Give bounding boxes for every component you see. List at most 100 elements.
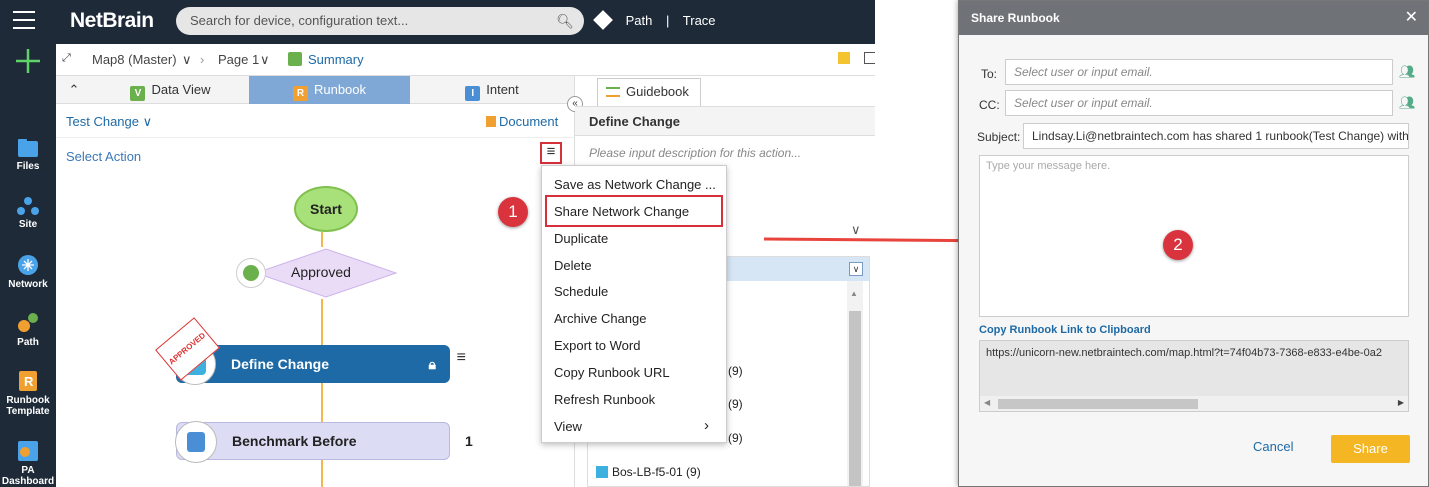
tab-data-view[interactable]: V Data View [92, 76, 249, 104]
flow-node-define-change[interactable]: APPROVED Define Change 🔒︎ ≡ [155, 317, 466, 385]
cc-placeholder: Select user or input email. [1014, 96, 1153, 110]
breadcrumb-page[interactable]: Page 1 [218, 52, 259, 67]
nav-files[interactable]: Files [0, 138, 56, 172]
nav-label: Runbook Template [6, 395, 50, 417]
copy-runbook-link-button[interactable]: Copy Runbook Link to Clipboard [979, 324, 1151, 336]
tree-item-count[interactable]: (9) [728, 431, 743, 445]
top-bar: NetBrain Search for device, configuratio… [56, 0, 875, 44]
chevron-down-icon[interactable]: ∨ [260, 52, 270, 68]
menu-item-schedule[interactable]: Schedule [554, 284, 608, 299]
left-nav-bar: Files Site Network Path R Runbook Templa… [0, 0, 56, 487]
menu-item-save-as-network-change[interactable]: Save as Network Change ... [554, 177, 716, 192]
nav-path[interactable]: Path [0, 312, 56, 348]
flow-node-label: Approved [291, 264, 351, 280]
search-icon[interactable]: 🔍︎ [556, 7, 574, 35]
menu-item-share-network-change[interactable]: Share Network Change [554, 204, 689, 219]
select-action-link[interactable]: Select Action [66, 149, 141, 164]
flow-connector [321, 460, 323, 487]
tab-label: Data View [151, 82, 211, 97]
scroll-right-icon[interactable]: ▶ [1398, 398, 1404, 407]
trace-link[interactable]: Trace [683, 13, 716, 28]
tree-item-count[interactable]: (9) [728, 397, 743, 411]
callout-step-1: 1 [498, 197, 528, 227]
to-input[interactable]: Select user or input email. [1005, 59, 1393, 85]
network-icon [18, 255, 38, 275]
share-runbook-dialog: Share Runbook ✕ To: Select user or input… [958, 0, 1429, 487]
menu-item-duplicate[interactable]: Duplicate [554, 231, 608, 246]
breadcrumb-map[interactable]: Map8 (Master) [92, 52, 177, 67]
scrollbar-thumb[interactable] [849, 311, 861, 486]
tab-guidebook[interactable]: Guidebook [597, 78, 701, 106]
tab-label: Intent [486, 82, 519, 97]
message-placeholder: Type your message here. [986, 160, 1111, 172]
flow-node-label: Define Change [231, 356, 330, 372]
tree-scrollbar[interactable]: ▲ [847, 281, 863, 486]
flow-node-approved[interactable]: Approved [231, 247, 421, 299]
dropdown-icon[interactable]: ∨ [849, 262, 863, 276]
nav-label: Path [17, 337, 39, 348]
path-link[interactable]: Path [626, 13, 653, 28]
scroll-left-icon[interactable]: ◀ [984, 398, 990, 407]
nav-pa-dashboard[interactable]: PA Dashboard [0, 440, 56, 487]
nav-label: PA Dashboard [1, 465, 55, 487]
flow-node-benchmark-before[interactable]: Benchmark Before 1 [175, 421, 473, 463]
nav-site[interactable]: Site [0, 196, 56, 230]
flow-connector [321, 232, 323, 247]
chevron-down-icon[interactable]: ∨ [182, 52, 192, 68]
node-menu-icon[interactable]: ≡ [457, 339, 466, 377]
search-input[interactable]: Search for device, configuration text...… [176, 7, 584, 35]
tab-label: Guidebook [626, 84, 689, 99]
device-name: Bos-LB-f5-01 [612, 465, 683, 479]
runbook-menu-button[interactable]: ≡ [540, 142, 562, 164]
netbrain-logo: NetBrain [70, 9, 154, 32]
tab-runbook[interactable]: R Runbook [249, 76, 410, 104]
breadcrumb-summary[interactable]: Summary [308, 52, 364, 67]
subject-input[interactable]: Lindsay.Li@netbraintech.com has shared 1… [1023, 123, 1409, 149]
select-user-icon[interactable]: 👥︎ [1399, 64, 1416, 80]
link-horizontal-scrollbar[interactable]: ◀ ▶ [980, 396, 1408, 411]
tab-bar: ⌃ V Data View R Runbook I Intent [56, 76, 574, 104]
define-change-title: Define Change [589, 114, 681, 129]
document-link[interactable]: Document [486, 114, 558, 129]
close-icon[interactable]: ✕ [1405, 1, 1418, 35]
document-icon [486, 116, 496, 127]
note-icon[interactable] [838, 52, 850, 64]
runbook-template-icon: R [19, 371, 37, 391]
tree-item-device[interactable]: Bos-LB-f5-01 (9) [596, 465, 701, 479]
runbook-selector[interactable]: Test Change ∨ [66, 114, 152, 130]
description-input[interactable]: Please input description for this action… [589, 146, 801, 160]
runbook-link-box[interactable]: https://unicorn-new.netbraintech.com/map… [979, 340, 1409, 412]
menu-item-refresh-runbook[interactable]: Refresh Runbook [554, 392, 655, 407]
menu-item-delete[interactable]: Delete [554, 258, 592, 273]
tree-item-count[interactable]: (9) [728, 364, 743, 378]
scrollbar-thumb[interactable] [998, 399, 1198, 409]
add-icon[interactable] [0, 46, 56, 79]
nav-runbook-template[interactable]: R Runbook Template [0, 370, 56, 417]
cc-input[interactable]: Select user or input email. [1005, 90, 1393, 116]
select-user-icon[interactable]: 👥︎ [1399, 95, 1416, 111]
nav-network[interactable]: Network [0, 254, 56, 290]
tab-label: Runbook [313, 82, 367, 97]
menu-item-archive-change[interactable]: Archive Change [554, 311, 647, 326]
to-placeholder: Select user or input email. [1014, 65, 1153, 79]
hamburger-menu-icon[interactable] [13, 11, 35, 29]
guidebook-icon [606, 87, 620, 97]
menu-item-view[interactable]: View [554, 419, 582, 434]
flow-node-label: Benchmark Before [232, 433, 357, 449]
runbook-name: Test Change [66, 114, 139, 129]
flow-node-start[interactable]: Start [294, 186, 358, 232]
share-button[interactable]: Share [1331, 435, 1410, 463]
cancel-button[interactable]: Cancel [1253, 439, 1293, 454]
path-icon [18, 313, 38, 332]
menu-item-export-to-word[interactable]: Export to Word [554, 338, 640, 353]
scroll-up-icon[interactable]: ▲ [850, 289, 858, 298]
tab-intent[interactable]: I Intent [410, 76, 574, 104]
runbook-pane: Test Change ∨ Document Select Action ≡ S… [56, 104, 574, 487]
expand-icon[interactable]: ⤢ [62, 52, 71, 65]
message-textarea[interactable]: Type your message here. [979, 155, 1409, 317]
collapse-up-icon[interactable]: ⌃ [56, 76, 92, 104]
search-placeholder: Search for device, configuration text... [190, 13, 409, 28]
menu-item-copy-runbook-url[interactable]: Copy Runbook URL [554, 365, 670, 380]
window-icon[interactable] [864, 52, 875, 64]
path-trace-area: Path | Trace [593, 10, 726, 30]
